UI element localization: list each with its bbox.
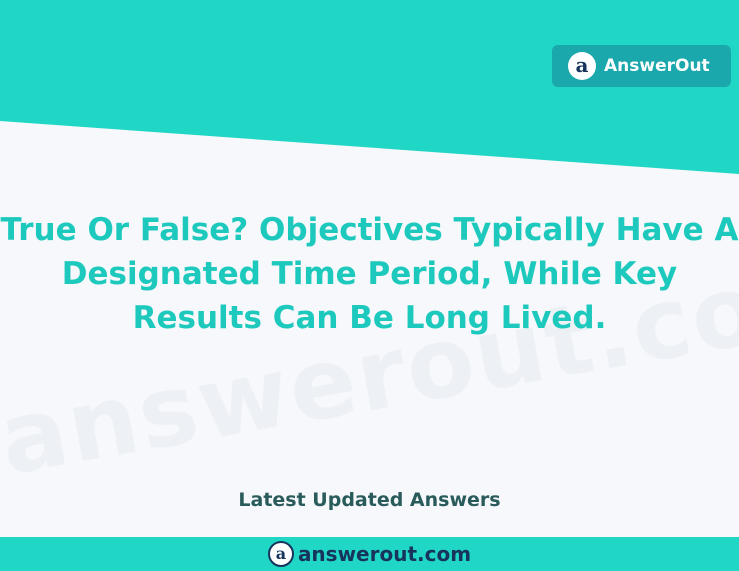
question-line-2: Designated Time Period, While Key xyxy=(61,256,678,292)
question-line-1: True Or False? Objectives Typically Have… xyxy=(0,212,739,248)
footer-logo-letter: a xyxy=(275,543,287,563)
logo-letter: a xyxy=(575,53,589,77)
question-title: True Or False? Objectives Typically Have… xyxy=(0,208,739,340)
footer-logo-icon: a xyxy=(267,541,294,567)
brand-name: AnswerOut xyxy=(604,55,710,76)
question-line-3: Results Can Be Long Lived. xyxy=(132,300,607,336)
top-diagonal-band xyxy=(0,0,739,174)
brand-badge: a AnswerOut xyxy=(552,45,731,87)
answer-card: answerout.com a AnswerOut True Or False?… xyxy=(0,0,739,571)
latest-updated-answers-label: Latest Updated Answers xyxy=(238,489,501,511)
answerout-logo-icon: a xyxy=(568,52,596,80)
footer-site-text: answerout.com xyxy=(297,542,472,566)
footer-bar: a answerout.com xyxy=(0,537,739,571)
